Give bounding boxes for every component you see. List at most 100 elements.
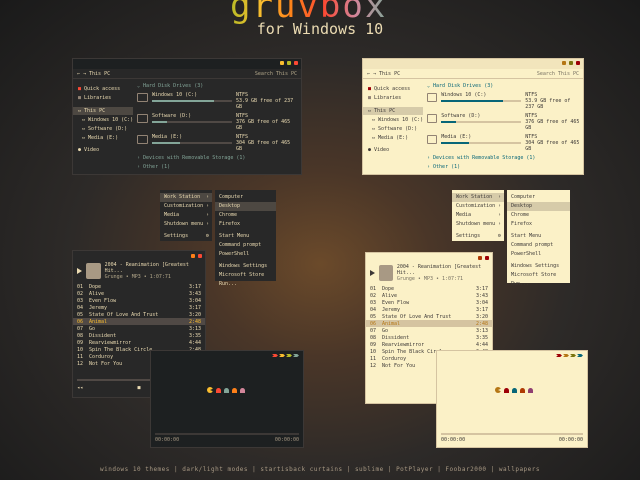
track-row[interactable]: 07 Go 3:13 bbox=[366, 327, 492, 334]
menu-item-shutdown[interactable]: Shutdown menu › bbox=[452, 220, 504, 229]
sidebar-item-c[interactable]: ▭ Windows 10 (C:) bbox=[73, 116, 133, 124]
section-other[interactable]: › Other (1) bbox=[427, 164, 580, 170]
video-seek-bar[interactable] bbox=[155, 433, 299, 435]
track-row[interactable]: 03 Even Flow 3:04 bbox=[73, 297, 205, 304]
drive-c[interactable]: Windows 10 (C:) NTFS 53.9 GB free of 237 G… bbox=[137, 92, 298, 110]
forward-icon[interactable]: → bbox=[83, 71, 86, 77]
menu-item-customization[interactable]: Customization › bbox=[160, 202, 212, 211]
play-icon[interactable] bbox=[77, 268, 82, 274]
drive-e[interactable]: Media (E:) NTFS 304 GB free of 465 GB bbox=[427, 134, 580, 152]
track-row[interactable]: 03 Even Flow 3:04 bbox=[366, 299, 492, 306]
track-row[interactable]: 04 Jeremy 3:17 bbox=[366, 306, 492, 313]
section-hdd[interactable]: ⌄ Hard Disk Drives (3) bbox=[427, 83, 580, 89]
track-row[interactable]: 09 Rearviewmirror 4:44 bbox=[366, 341, 492, 348]
section-hdd[interactable]: ⌄ Hard Disk Drives (3) bbox=[137, 83, 298, 89]
sidebar-item-this-pc[interactable]: ▭ This PC bbox=[363, 107, 423, 115]
menu-item-desktop[interactable]: Desktop bbox=[507, 202, 570, 211]
address-bar[interactable]: ← → This PC Search This PC bbox=[73, 69, 301, 79]
menu-item-windows-settings[interactable]: Windows Settings bbox=[215, 262, 276, 271]
sidebar-item-quick-access[interactable]: ■ Quick access bbox=[73, 85, 133, 93]
menu-item-work-station[interactable]: Work Station › bbox=[160, 193, 212, 202]
sidebar-item-libraries[interactable]: ■ Libraries bbox=[73, 94, 133, 102]
track-row[interactable]: 08 Dissident 3:35 bbox=[73, 332, 205, 339]
sidebar-item-e[interactable]: ▭ Media (E:) bbox=[363, 134, 423, 142]
minimize-icon[interactable] bbox=[478, 256, 482, 260]
close-icon[interactable] bbox=[485, 256, 489, 260]
drive-e[interactable]: Media (E:) NTFS 304 GB free of 465 GB bbox=[137, 134, 298, 152]
menu-item-windows-settings[interactable]: Windows Settings bbox=[507, 262, 570, 271]
sidebar-item-c[interactable]: ▭ Windows 10 (C:) bbox=[363, 116, 423, 124]
play-icon[interactable] bbox=[370, 270, 375, 276]
maximize-icon[interactable] bbox=[287, 61, 291, 65]
forward-icon[interactable]: → bbox=[373, 71, 376, 77]
menu-item-shutdown[interactable]: Shutdown menu › bbox=[160, 220, 212, 229]
drive-d[interactable]: Software (D:) NTFS 376 GB free of 465 GB bbox=[427, 113, 580, 131]
sidebar-item-quick-access[interactable]: ■ Quick access bbox=[363, 85, 423, 93]
close-icon[interactable] bbox=[294, 61, 298, 65]
sidebar-item-libraries[interactable]: ■ Libraries bbox=[363, 94, 423, 102]
menu-item-firefox[interactable]: Firefox bbox=[507, 220, 570, 229]
track-row[interactable]: 01 Dope 3:17 bbox=[73, 283, 205, 290]
menu-item-firefox[interactable]: Firefox bbox=[215, 220, 276, 229]
address-bar[interactable]: ← → This PC Search This PC bbox=[363, 69, 583, 79]
sidebar-item-e[interactable]: ▭ Media (E:) bbox=[73, 134, 133, 142]
menu-item-run[interactable]: Run... bbox=[507, 280, 570, 289]
track-row[interactable]: 02 Alive 3:43 bbox=[73, 290, 205, 297]
drive-c[interactable]: Windows 10 (C:) NTFS 53.9 GB free of 237 G… bbox=[427, 92, 580, 110]
maximize-icon[interactable] bbox=[569, 61, 573, 65]
menu-item-desktop[interactable]: Desktop bbox=[215, 202, 276, 211]
menu-item-powershell[interactable]: PowerShell bbox=[507, 250, 570, 259]
sidebar-item-this-pc[interactable]: ▭ This PC bbox=[73, 107, 133, 115]
minimize-icon[interactable] bbox=[562, 61, 566, 65]
menu-item-run[interactable]: Run... bbox=[215, 280, 276, 289]
track-row[interactable]: 08 Dissident 3:35 bbox=[366, 334, 492, 341]
menu-item-computer[interactable]: Computer bbox=[215, 193, 276, 202]
track-row[interactable]: 04 Jeremy 3:17 bbox=[73, 304, 205, 311]
track-row[interactable]: 06 Animal 2:48 bbox=[366, 320, 492, 327]
prev-icon[interactable]: ◂◂ bbox=[77, 385, 83, 391]
search-input[interactable]: Search This PC bbox=[524, 71, 579, 77]
time-right: 00:00:00 bbox=[274, 437, 299, 443]
menu-item-cmd[interactable]: Command prompt bbox=[507, 241, 570, 250]
section-removable[interactable]: › Devices with Removable Storage (1) bbox=[427, 155, 580, 161]
sidebar-item-d[interactable]: ▭ Software (D:) bbox=[73, 125, 133, 133]
sidebar-item-d[interactable]: ▭ Software (D:) bbox=[363, 125, 423, 133]
menu-item-cmd[interactable]: Command prompt bbox=[215, 241, 276, 250]
menu-item-store[interactable]: Microsoft Store bbox=[215, 271, 276, 280]
menu-item-start-menu[interactable]: Start Menu bbox=[507, 232, 570, 241]
menu-item-computer[interactable]: Computer bbox=[507, 193, 570, 202]
menu-item-customization[interactable]: Customization › bbox=[452, 202, 504, 211]
back-icon[interactable]: ← bbox=[77, 71, 80, 77]
section-removable[interactable]: › Devices with Removable Storage (1) bbox=[137, 155, 298, 161]
menu-item-settings[interactable]: Settings ⚙ bbox=[160, 232, 212, 241]
menu-item-settings[interactable]: Settings ⚙ bbox=[452, 232, 504, 241]
close-icon[interactable] bbox=[576, 61, 580, 65]
menu-item-powershell[interactable]: PowerShell bbox=[215, 250, 276, 259]
minimize-icon[interactable] bbox=[280, 61, 284, 65]
menu-item-work-station[interactable]: Work Station › bbox=[452, 193, 504, 202]
track-row[interactable]: 02 Alive 3:43 bbox=[366, 292, 492, 299]
sidebar-item-video[interactable]: ● Video bbox=[363, 146, 423, 154]
track-row[interactable]: 01 Dope 3:17 bbox=[366, 285, 492, 292]
menu-item-start-menu[interactable]: Start Menu bbox=[215, 232, 276, 241]
track-row[interactable]: 06 Animal 2:48 bbox=[73, 318, 205, 325]
track-number: 03 bbox=[370, 299, 377, 306]
track-row[interactable]: 05 State Of Love And Trust 3:20 bbox=[366, 313, 492, 320]
menu-item-media[interactable]: Media › bbox=[160, 211, 212, 220]
close-icon[interactable] bbox=[198, 254, 202, 258]
menu-item-store[interactable]: Microsoft Store bbox=[507, 271, 570, 280]
drive-d[interactable]: Software (D:) NTFS 376 GB free of 465 GB bbox=[137, 113, 298, 131]
track-row[interactable]: 07 Go 3:13 bbox=[73, 325, 205, 332]
minimize-icon[interactable] bbox=[191, 254, 195, 258]
section-other[interactable]: › Other (1) bbox=[137, 164, 298, 170]
track-row[interactable]: 09 Rearviewmirror 4:44 bbox=[73, 339, 205, 346]
menu-item-media[interactable]: Media › bbox=[452, 211, 504, 220]
menu-item-chrome[interactable]: Chrome bbox=[215, 211, 276, 220]
sidebar-item-video[interactable]: ● Video bbox=[73, 146, 133, 154]
back-icon[interactable]: ← bbox=[367, 71, 370, 77]
track-row[interactable]: 05 State Of Love And Trust 3:20 bbox=[73, 311, 205, 318]
video-seek-bar[interactable] bbox=[441, 433, 583, 435]
menu-item-chrome[interactable]: Chrome bbox=[507, 211, 570, 220]
search-input[interactable]: Search This PC bbox=[242, 71, 297, 77]
stop-icon[interactable]: ■ bbox=[137, 385, 140, 391]
